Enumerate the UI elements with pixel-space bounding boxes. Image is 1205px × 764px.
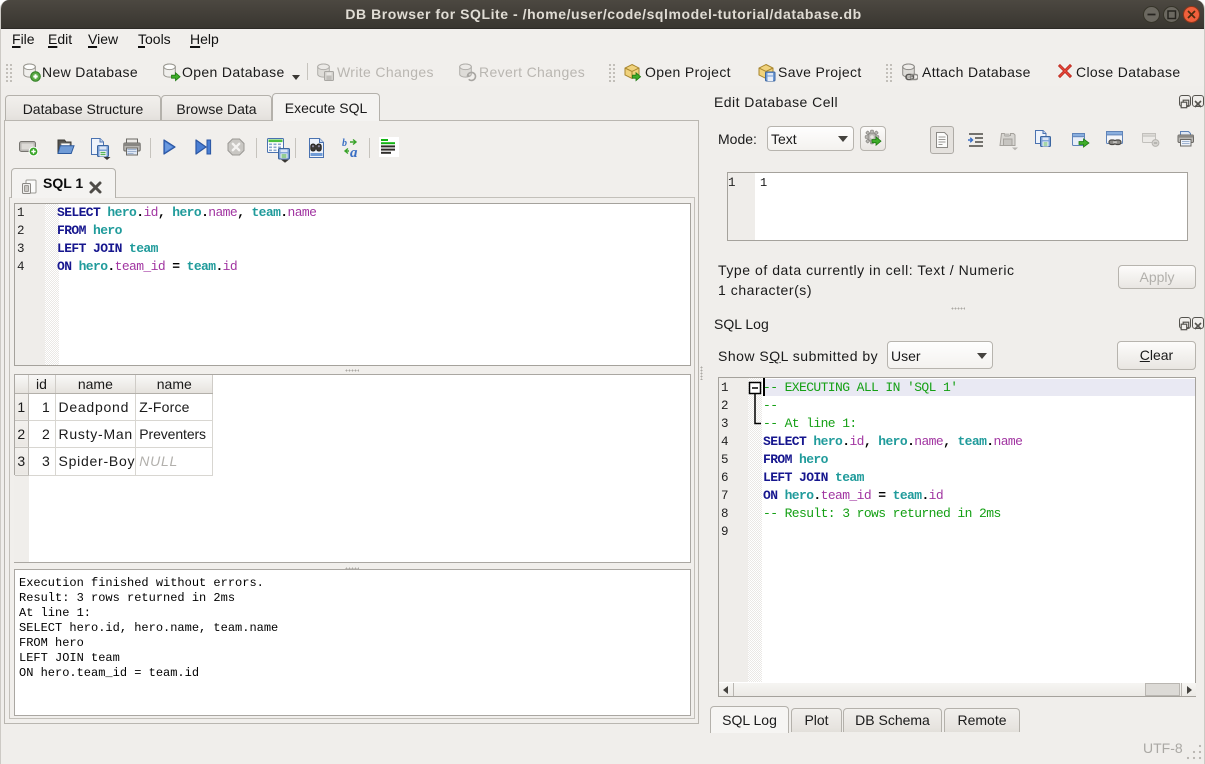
- svg-text:a: a: [350, 145, 358, 159]
- svg-text:b: b: [342, 138, 347, 149]
